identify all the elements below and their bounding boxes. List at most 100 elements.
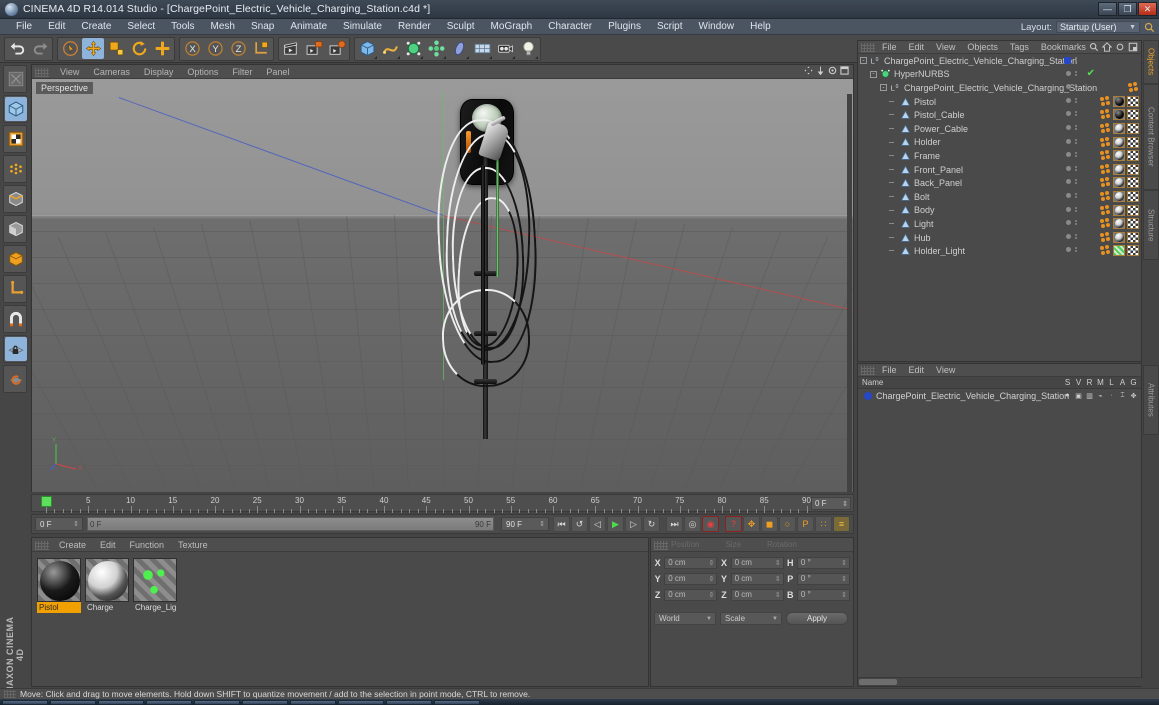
menu-item-window[interactable]: Window [691, 21, 743, 32]
object-dots-icon[interactable] [1075, 165, 1077, 171]
visibility-dot[interactable] [1066, 206, 1071, 212]
uvw-tag-icon[interactable] [1127, 204, 1139, 216]
panel-grip-icon[interactable] [35, 68, 49, 77]
material-item[interactable]: Charge [85, 558, 129, 613]
object-visibility-dots[interactable] [1066, 165, 1077, 171]
rotation-key-button[interactable]: ○ [779, 516, 796, 532]
orange-tag-dots-icon[interactable] [1100, 109, 1111, 120]
keyframe-selection-toggle[interactable]: ≡ [833, 516, 850, 532]
material-name[interactable]: Charge [85, 602, 129, 613]
layer-column-A[interactable]: A [1117, 378, 1128, 387]
uvw-tag-icon[interactable] [1127, 109, 1139, 121]
layer-menu-view[interactable]: View [930, 365, 961, 375]
layer-column-M[interactable]: M [1095, 378, 1106, 387]
menu-item-create[interactable]: Create [73, 21, 119, 32]
polygons-mode-button[interactable] [5, 217, 27, 241]
orange-tag-dots-icon[interactable] [1100, 177, 1111, 188]
panel-grip-icon[interactable] [861, 43, 875, 52]
viewport-scrollbar[interactable] [847, 94, 852, 492]
material-tag-icon[interactable] [1113, 122, 1125, 134]
object-dots-icon[interactable] [1075, 247, 1077, 253]
parameter-key-button[interactable]: P [797, 516, 814, 532]
visibility-dot[interactable] [1066, 220, 1071, 226]
object-menu-objects[interactable]: Objects [961, 42, 1004, 52]
zoom-view-icon[interactable] [816, 66, 825, 75]
object-dots-icon[interactable] [1075, 220, 1077, 226]
make-editable-button[interactable] [5, 67, 27, 91]
add-light[interactable] [517, 38, 539, 59]
layer-column-G[interactable]: G [1128, 378, 1139, 387]
live-selection-tool[interactable] [59, 38, 81, 59]
material-tag-icon[interactable] [1113, 177, 1125, 189]
layer-toggle-A[interactable]: ⌶ [1117, 392, 1128, 400]
object-dots-icon[interactable] [1075, 97, 1077, 103]
object-row[interactable]: Holder_Light [858, 244, 1141, 258]
object-row[interactable]: Front_Panel [858, 163, 1141, 177]
object-row[interactable]: - HyperNURBS ✔ [858, 68, 1141, 82]
visibility-dot[interactable] [1066, 138, 1071, 144]
render-to-picture-viewer-button[interactable] [303, 38, 325, 59]
object-row[interactable]: Hub [858, 231, 1141, 245]
viewport-menu-panel[interactable]: Panel [260, 67, 295, 77]
menu-item-script[interactable]: Script [649, 21, 691, 32]
material-tag-icon[interactable] [1113, 218, 1125, 230]
material-swatch[interactable] [85, 558, 129, 602]
preview-end-field[interactable]: 90 F ⇕ [501, 517, 549, 531]
object-row[interactable]: - L 0 ChargePoint_Electric_Vehicle_Charging… [858, 54, 1141, 68]
object-visibility-dots[interactable] [1066, 138, 1077, 144]
current-time-marker[interactable] [41, 496, 52, 507]
maximize-button[interactable]: ❐ [1118, 2, 1137, 16]
play-backwards-button[interactable]: ↺ [571, 516, 588, 532]
spinner-icon[interactable]: ⇕ [539, 520, 545, 528]
layer-horizontal-scrollbar[interactable] [858, 677, 1143, 686]
om-expand-icon[interactable] [1128, 42, 1138, 52]
object-visibility-dots[interactable] [1066, 220, 1077, 226]
object-row[interactable]: - L 0 ChargePoint_Electric_Vehicle_Charging… [858, 81, 1141, 95]
material-item[interactable]: Pistol [37, 558, 81, 613]
object-row[interactable]: Pistol [858, 95, 1141, 109]
play-loop-button[interactable]: ↻ [643, 516, 660, 532]
layer-toggle-R[interactable]: ▥ [1084, 392, 1095, 400]
apply-button[interactable]: Apply [786, 612, 848, 625]
object-visibility-dots[interactable] [1066, 124, 1077, 130]
taskbar-item-9[interactable] [386, 699, 432, 705]
object-row[interactable]: Back_Panel [858, 176, 1141, 190]
material-tag-icon[interactable] [1113, 109, 1125, 121]
move-tool[interactable] [82, 38, 104, 59]
rotation-input[interactable]: 0 ° ⇕ [796, 572, 850, 585]
menu-item-simulate[interactable]: Simulate [335, 21, 390, 32]
orange-tag-dots-icon[interactable] [1100, 190, 1111, 202]
edges-mode-button[interactable] [5, 187, 27, 211]
uvw-tag-icon[interactable] [1127, 95, 1139, 107]
object-tree[interactable]: - L 0 ChargePoint_Electric_Vehicle_Charging… [858, 54, 1141, 258]
object-dots-icon[interactable] [1075, 84, 1077, 90]
model-mode-button[interactable] [5, 97, 27, 121]
side-tab-content-browser[interactable]: Content Browser [1143, 84, 1159, 190]
position-input[interactable]: 0 cm ⇕ [664, 556, 718, 569]
viewport-menu-options[interactable]: Options [181, 67, 224, 77]
spinner-icon[interactable]: ⇕ [841, 575, 847, 583]
side-tab-structure[interactable]: Structure [1143, 190, 1159, 260]
spinner-icon[interactable]: ⇕ [708, 591, 714, 599]
rotation-input[interactable]: 0 ° ⇕ [796, 556, 850, 569]
layer-menu-file[interactable]: File [876, 365, 903, 375]
uvw-tag-icon[interactable] [1127, 136, 1139, 148]
layer-toggle-G[interactable]: ✥ [1128, 392, 1139, 400]
spinner-icon[interactable]: ⇕ [775, 559, 781, 567]
points-mode-button[interactable] [5, 157, 27, 181]
material-swatch[interactable] [37, 558, 81, 602]
object-visibility-dots[interactable] [1066, 179, 1077, 185]
orange-tag-dots-icon[interactable] [1100, 231, 1111, 243]
world-object-coordinates[interactable] [250, 38, 272, 59]
minimize-button[interactable]: — [1098, 2, 1117, 16]
timeline-end-field[interactable]: 0 F ⇕ [811, 497, 851, 510]
expand-collapse-icon[interactable]: - [880, 84, 887, 92]
object-visibility-dots[interactable] [1066, 84, 1077, 90]
timeline-ruler[interactable]: 051015202530354045505560657075808590 [32, 495, 811, 513]
panel-grip-icon[interactable] [4, 690, 16, 698]
layer-toggle-M[interactable]: ⌁ [1095, 392, 1106, 400]
side-tab-objects[interactable]: Objects [1143, 40, 1159, 84]
orange-tag-dots-icon[interactable] [1100, 95, 1111, 107]
taskbar-item-8[interactable] [338, 699, 384, 705]
material-menu-texture[interactable]: Texture [171, 540, 215, 550]
